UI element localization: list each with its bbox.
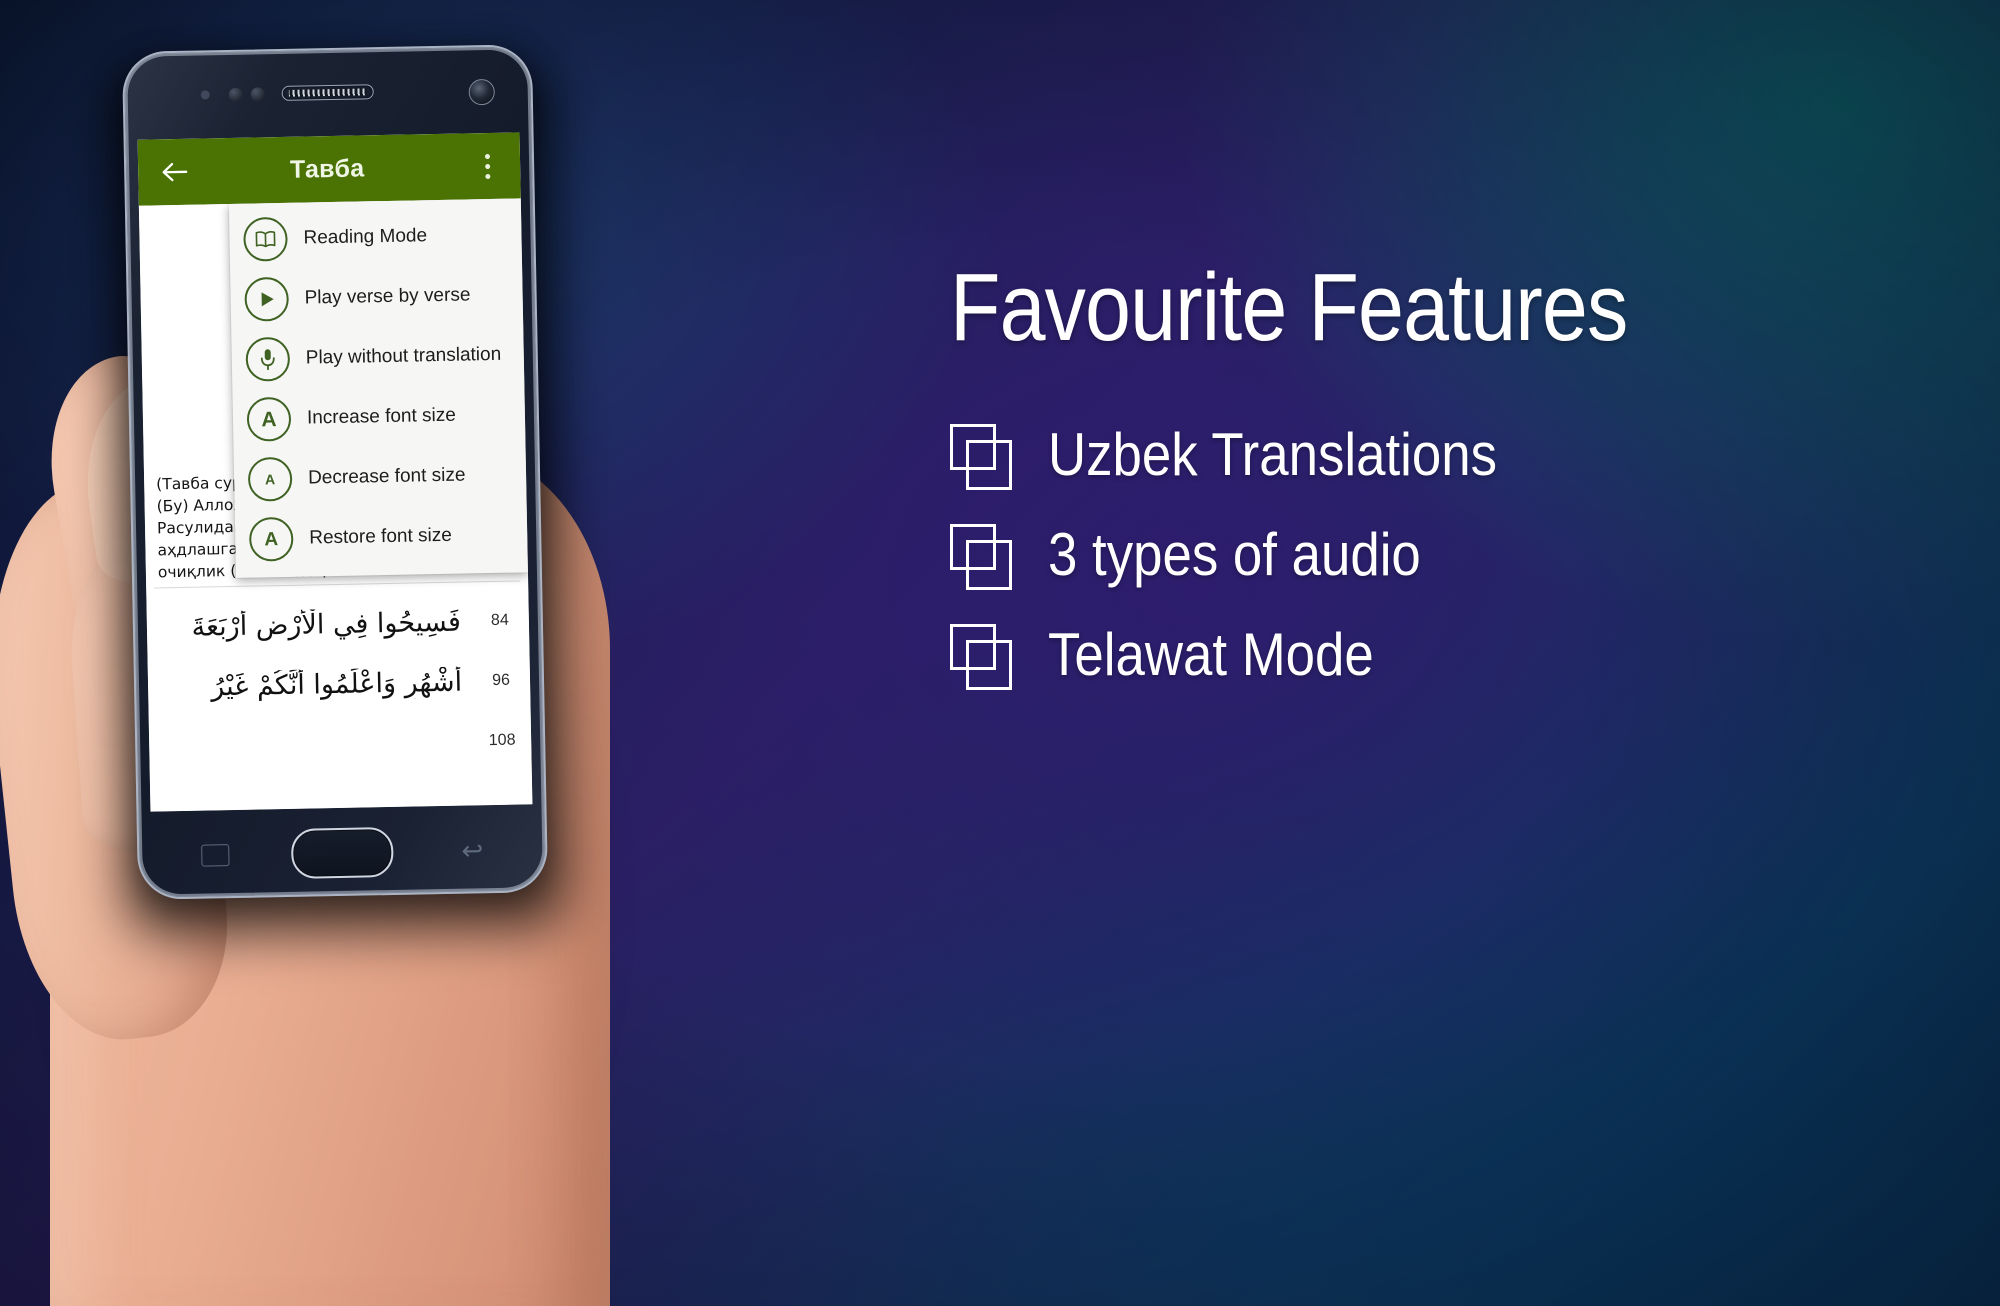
- book-open-icon: [243, 216, 288, 262]
- stacked-squares-icon: [950, 524, 1012, 590]
- reader-content: بِسْمِ كِينَ (Тавба сураси) (Бу) Аллоҳ в…: [138, 198, 533, 812]
- microphone-icon: [245, 336, 291, 382]
- menu-item-label: Increase font size: [306, 404, 457, 429]
- notification-led: [200, 90, 210, 100]
- menu-item-decrease-font-size[interactable]: A Decrease font size: [234, 444, 527, 510]
- feature-list: Uzbek Translations 3 types of audio Tela…: [950, 421, 1960, 690]
- verse-arabic: أَشْهُرٍ وَاعْلَمُوا أَنَّكُمْ غَيْرُ: [210, 666, 463, 702]
- promo-headline: Favourite Features: [950, 254, 1628, 361]
- menu-item-label: Restore font size: [309, 524, 453, 549]
- font-increase-icon: A: [246, 396, 292, 442]
- menu-item-reading-mode[interactable]: Reading Mode: [229, 204, 522, 270]
- menu-item-increase-font-size[interactable]: A Increase font size: [232, 384, 525, 450]
- light-sensor-icon: [250, 87, 265, 102]
- feature-label: Uzbek Translations: [1048, 421, 1498, 488]
- recent-apps-icon[interactable]: [201, 844, 230, 867]
- phone-nav-bar: ↩: [137, 806, 549, 900]
- home-button[interactable]: [290, 826, 394, 879]
- square-front: [966, 440, 1012, 490]
- verse-row[interactable]: فَسِيحُوا فِي الْأَرْضِ أَرْبَعَةَ 84: [146, 590, 529, 657]
- overflow-menu-button[interactable]: [470, 153, 504, 179]
- square-front: [966, 640, 1012, 690]
- proximity-sensor-icon: [228, 87, 243, 102]
- phone-screen: Тавба بِسْمِ كِينَ (Тавба сураси) (Бу) А…: [137, 132, 533, 812]
- verse-row[interactable]: أَشْهُرٍ وَاعْلَمُوا أَنَّكُمْ غَيْرُ 96: [148, 650, 531, 717]
- letter-a-glyph: A: [264, 471, 276, 488]
- font-restore-icon: A: [248, 516, 294, 562]
- verse-row[interactable]: 108: [149, 710, 532, 777]
- verse-arabic: فَسِيحُوا فِي الْأَرْضِ أَرْبَعَةَ: [191, 606, 462, 643]
- verse-number: 84: [490, 611, 509, 630]
- menu-item-restore-font-size[interactable]: A Restore font size: [235, 504, 528, 570]
- menu-item-play-verse-by-verse[interactable]: Play verse by verse: [230, 264, 523, 330]
- stacked-squares-icon: [950, 424, 1012, 490]
- feature-label: 3 types of audio: [1048, 521, 1421, 588]
- letter-a-glyph: A: [261, 407, 277, 431]
- overflow-menu[interactable]: Reading Mode Play verse by verse Play wi…: [228, 198, 528, 578]
- verse-arabic: [149, 741, 473, 747]
- smartphone: Тавба بِسْمِ كِينَ (Тавба сураси) (Бу) А…: [106, 44, 573, 943]
- verse-list: فَسِيحُوا فِي الْأَرْضِ أَرْبَعَةَ 84 أَ…: [146, 590, 531, 777]
- feature-item: Telawat Mode: [950, 621, 1960, 690]
- back-nav-icon[interactable]: ↩: [461, 835, 483, 865]
- app-bar: Тавба: [137, 132, 521, 206]
- feature-item: Uzbek Translations: [950, 421, 1960, 490]
- verse-number: 108: [488, 731, 516, 750]
- more-vertical-icon: [484, 173, 490, 179]
- earpiece-speaker: [281, 84, 374, 101]
- verse-number: 96: [491, 671, 511, 690]
- square-front: [966, 540, 1012, 590]
- menu-item-label: Play verse by verse: [304, 284, 471, 309]
- promo-screenshot: Тавба بِسْمِ كِينَ (Тавба сураси) (Бу) А…: [0, 0, 2000, 1306]
- feature-label: Telawat Mode: [1048, 621, 1374, 688]
- feature-item: 3 types of audio: [950, 521, 1960, 590]
- menu-item-play-without-translation[interactable]: Play without translation: [231, 324, 524, 390]
- play-icon: [244, 276, 290, 322]
- promo-panel: Favourite Features Uzbek Translations 3 …: [950, 260, 1960, 724]
- stacked-squares-icon: [950, 624, 1012, 690]
- more-vertical-icon: [484, 153, 490, 159]
- menu-item-label: Decrease font size: [307, 464, 466, 489]
- font-decrease-icon: A: [247, 456, 293, 502]
- page-title: Тавба: [289, 153, 365, 184]
- more-vertical-icon: [484, 163, 490, 169]
- menu-item-label: Reading Mode: [303, 225, 428, 249]
- letter-a-glyph: A: [264, 528, 279, 550]
- menu-item-label: Play without translation: [305, 343, 502, 369]
